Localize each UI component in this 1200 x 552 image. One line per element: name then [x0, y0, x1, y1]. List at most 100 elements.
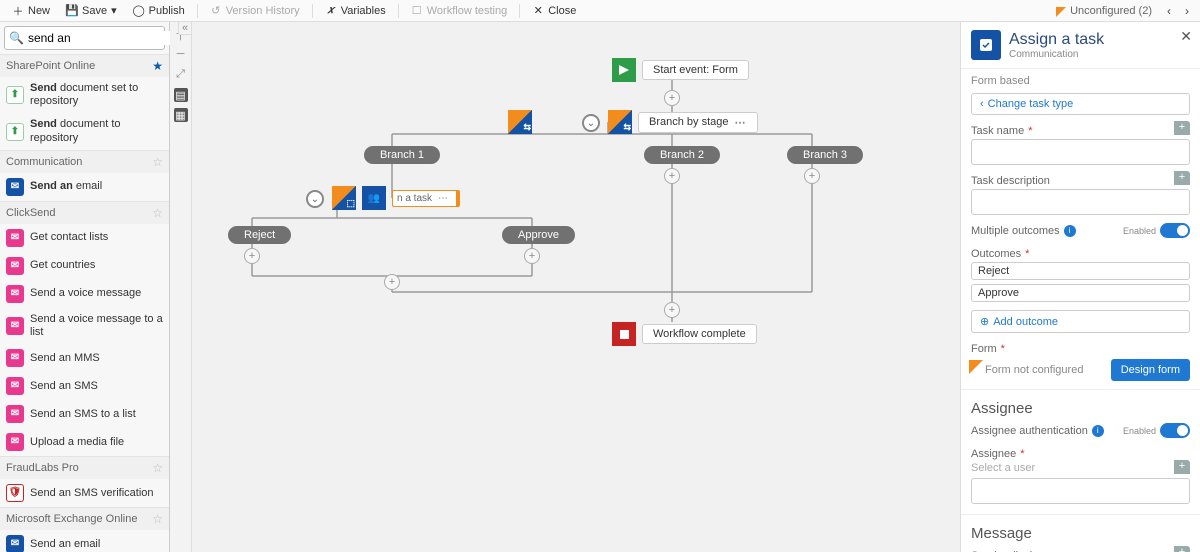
version-history-button[interactable]: ↺ Version History [204, 1, 306, 21]
close-label: Close [548, 5, 576, 17]
node-more-icon[interactable]: ⋯ [438, 193, 448, 204]
category-header[interactable]: ClickSend ☆ [0, 201, 169, 224]
action-item[interactable]: ✉Send an email [0, 530, 169, 552]
insert-variable-icon[interactable]: + [1174, 171, 1190, 185]
save-label: Save [82, 5, 107, 17]
branch2-pill[interactable]: Branch 2 [644, 146, 720, 164]
approve-pill[interactable]: Approve [502, 226, 575, 244]
enabled-label: Enabled [1123, 426, 1156, 436]
branch-collapse[interactable]: ⌄ [582, 114, 600, 132]
unconfigured-badge[interactable]: Unconfigured (2) [1064, 5, 1158, 17]
panel-close-icon[interactable]: ✕ [1180, 28, 1192, 45]
insert-variable-icon[interactable]: + [1174, 460, 1190, 474]
start-node[interactable]: Start event: Form [612, 58, 749, 82]
save-dropdown-icon[interactable]: ▾ [111, 4, 117, 17]
branch-by-stage-node[interactable]: ⇆ [508, 110, 532, 134]
add-node[interactable]: + [524, 248, 540, 264]
close-button[interactable]: ✕ Close [526, 1, 582, 21]
publish-button[interactable]: ◯ Publish [127, 1, 191, 21]
assignee-auth-toggle[interactable] [1160, 423, 1190, 438]
branch1-pill[interactable]: Branch 1 [364, 146, 440, 164]
action-item[interactable]: ✉Send an SMS to a list [0, 400, 169, 428]
multiple-outcomes-row: Multiple outcomes i Enabled [961, 219, 1200, 242]
task-desc-label: Task description [961, 169, 1200, 189]
favorite-icon[interactable]: ☆ [152, 206, 163, 220]
favorite-icon[interactable]: ★ [152, 59, 163, 73]
insert-variable-icon[interactable]: + [1174, 121, 1190, 135]
actions-list[interactable]: SharePoint Online ★⬆Send document set to… [0, 54, 169, 552]
action-item[interactable]: ✉Send an email [0, 173, 169, 201]
action-item[interactable]: 🛡Send an SMS verification [0, 479, 169, 507]
assignee-input[interactable] [971, 478, 1190, 504]
toolbar-separator [197, 4, 198, 18]
main-area: 🔍 ✕ SharePoint Online ★⬆Send document se… [0, 22, 1200, 552]
export-icon[interactable]: ▦ [174, 108, 188, 122]
outcome-approve[interactable]: Approve [971, 284, 1190, 302]
insert-variable-icon[interactable]: + [1174, 546, 1190, 552]
action-item[interactable]: ✉Get contact lists [0, 224, 169, 252]
workflow-canvas[interactable]: Start event: Form + ⇆ ⌄ ⇆ Branch by stag… [192, 22, 960, 552]
search-input[interactable] [28, 31, 183, 45]
zoom-out-icon[interactable]: ─ [174, 48, 188, 62]
action-item[interactable]: ✉Upload a media file [0, 428, 169, 456]
add-outcome-button[interactable]: ⊕ Add outcome [971, 310, 1190, 333]
outcome-reject[interactable]: Reject [971, 262, 1190, 280]
assignee-auth-label: Assignee authentication [971, 425, 1088, 437]
favorite-icon[interactable]: ☆ [152, 155, 163, 169]
add-node[interactable]: + [384, 274, 400, 290]
prev-button[interactable]: ‹ [1162, 4, 1176, 18]
task-desc-input[interactable] [971, 189, 1190, 215]
new-button[interactable]: ＋ New [6, 1, 56, 21]
next-button[interactable]: › [1180, 4, 1194, 18]
reject-pill[interactable]: Reject [228, 226, 291, 244]
outcome-approve-label: Approve [978, 287, 1019, 299]
add-node[interactable]: + [664, 302, 680, 318]
add-node[interactable]: + [804, 168, 820, 184]
save-button[interactable]: 💾 Save ▾ [60, 1, 123, 21]
info-icon[interactable]: i [1064, 225, 1076, 237]
node-more-icon[interactable]: ⋯ [735, 116, 747, 129]
category-header[interactable]: SharePoint Online ★ [0, 54, 169, 77]
category-header[interactable]: Communication ☆ [0, 150, 169, 173]
add-node[interactable]: + [244, 248, 260, 264]
action-search[interactable]: 🔍 ✕ [4, 26, 165, 50]
action-icon: ✉ [6, 317, 24, 335]
action-item[interactable]: ✉Send a voice message [0, 280, 169, 308]
print-icon[interactable]: ▤ [174, 88, 188, 102]
assign-task-label: n a task [397, 193, 432, 204]
design-form-button[interactable]: Design form [1111, 359, 1190, 381]
panel-header: Assign a task Communication ✕ [961, 22, 1200, 69]
category-header[interactable]: Microsoft Exchange Online ☆ [0, 507, 169, 530]
task-orange-icon: ⬚ [332, 186, 356, 210]
action-item[interactable]: ✉Send a voice message to a list [0, 308, 169, 344]
branch-by-stage-chip[interactable]: ⇆ Branch by stage ⋯ [608, 110, 758, 134]
collapse-sidebar-icon[interactable]: « [178, 21, 192, 35]
fit-icon[interactable]: ⤢ [174, 68, 188, 82]
action-label: Send an SMS [30, 380, 98, 393]
add-node[interactable]: + [664, 90, 680, 106]
action-label: Send a voice message [30, 287, 141, 300]
workflow-testing-button[interactable]: ☐ Workflow testing [405, 1, 514, 21]
multi-outcomes-toggle[interactable] [1160, 223, 1190, 238]
action-item[interactable]: ✉Send an MMS [0, 344, 169, 372]
action-item[interactable]: ✉Get countries [0, 252, 169, 280]
change-task-type-button[interactable]: ‹ Change task type [971, 93, 1190, 115]
action-item[interactable]: ⬆Send document to repository [0, 113, 169, 149]
complete-node[interactable]: Workflow complete [612, 322, 757, 346]
action-icon: 🛡 [6, 484, 24, 502]
panel-title: Assign a task [1009, 31, 1104, 49]
favorite-icon[interactable]: ☆ [152, 461, 163, 475]
task-collapse[interactable]: ⌄ [306, 190, 324, 208]
variables-button[interactable]: 𝑥 Variables [319, 1, 392, 21]
action-item[interactable]: ⬆Send document set to repository [0, 77, 169, 113]
branch3-pill[interactable]: Branch 3 [787, 146, 863, 164]
assign-task-node[interactable]: ⬚ 👥 n a task ⋯ [332, 186, 460, 210]
add-node[interactable]: + [664, 168, 680, 184]
info-icon[interactable]: i [1092, 425, 1104, 437]
action-icon: ✉ [6, 405, 24, 423]
branch-icon: ⇆ [508, 110, 532, 134]
favorite-icon[interactable]: ☆ [152, 512, 163, 526]
action-item[interactable]: ✉Send an SMS [0, 372, 169, 400]
category-header[interactable]: FraudLabs Pro ☆ [0, 456, 169, 479]
task-name-input[interactable] [971, 139, 1190, 165]
